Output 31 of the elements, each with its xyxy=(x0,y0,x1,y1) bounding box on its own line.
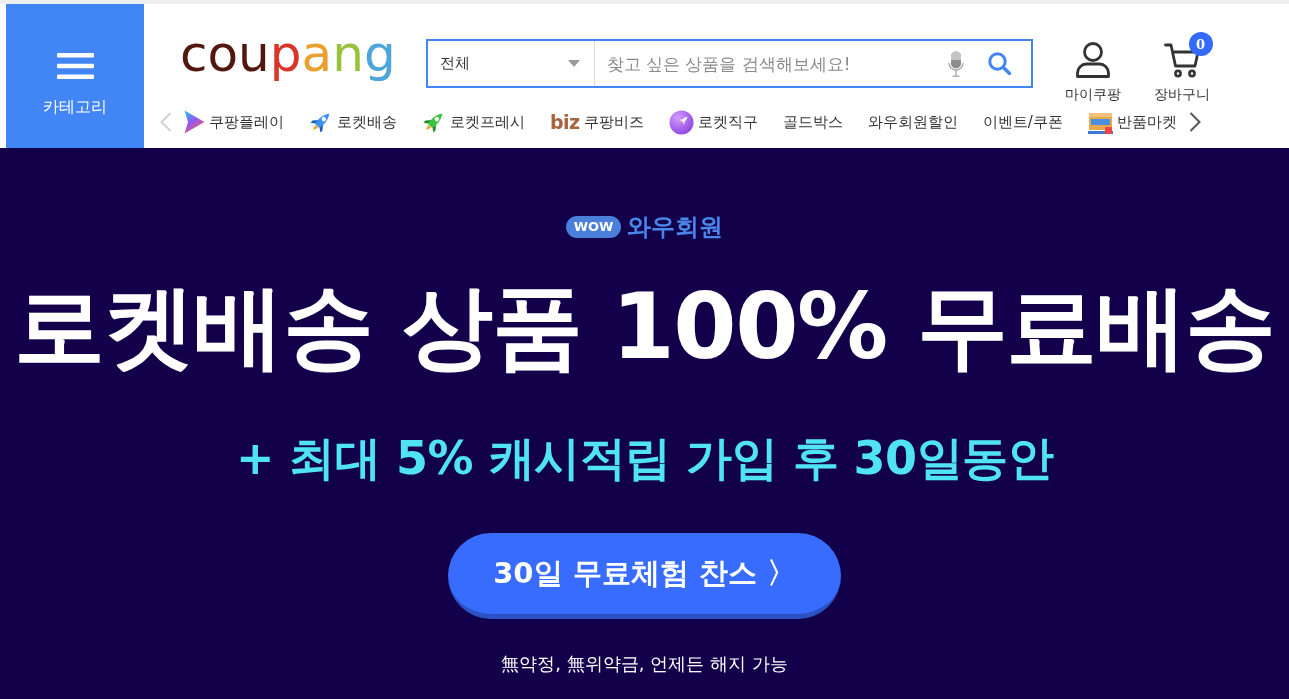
nav-link[interactable]: 쿠팡플레이 xyxy=(184,110,284,134)
search-bar[interactable]: 전체 찾고 싶은 상품을 검색해보세요! xyxy=(425,39,1033,88)
logo[interactable]: coupang xyxy=(180,29,396,79)
menu-icon xyxy=(56,53,94,79)
play-icon xyxy=(184,110,205,134)
nav-link[interactable]: 와우회원할인 xyxy=(867,112,958,132)
category-select[interactable]: 전체 xyxy=(427,41,595,86)
microphone-icon[interactable] xyxy=(947,50,964,77)
terms-note: 無약정, 無위약금, 언제든 해지 가능 xyxy=(501,652,788,676)
biz-logo: biz xyxy=(550,112,580,132)
cart-count: 0 xyxy=(1188,32,1213,56)
chevron-right-icon[interactable] xyxy=(1188,112,1201,132)
search-input[interactable]: 찾고 싶은 상품을 검색해보세요! xyxy=(594,41,938,86)
person-icon xyxy=(1075,42,1110,78)
wow-tag: WOW xyxy=(565,216,622,238)
my-account-link[interactable]: 마이쿠팡 xyxy=(1061,40,1124,104)
rocket-badge-icon xyxy=(668,109,694,135)
nav-link[interactable]: biz 쿠팡비즈 xyxy=(550,112,644,132)
nav-link[interactable]: 골드박스 xyxy=(782,112,843,132)
search-icon[interactable] xyxy=(987,52,1011,75)
subheadline: + 최대 5% 캐시적립 가입 후 30일동안 xyxy=(235,435,1054,481)
headline: 로켓배송 상품 100% 무료배송 xyxy=(14,281,1275,372)
free-trial-button[interactable]: 30일 무료체험 찬스 〉 xyxy=(448,533,841,619)
caret-down-icon xyxy=(567,60,580,67)
nav-link[interactable]: 로켓프레시 xyxy=(422,110,525,134)
nav-link[interactable]: 로켓직구 xyxy=(668,109,758,135)
nav-link[interactable]: 이벤트/쿠폰 xyxy=(982,112,1063,132)
nav-link[interactable]: 로켓배송 xyxy=(309,110,397,134)
nav-link[interactable]: 반품마켓 xyxy=(1087,109,1177,135)
membership-title: 와우회원 xyxy=(627,215,724,239)
category-menu-button[interactable]: 카테고리 xyxy=(6,4,144,148)
